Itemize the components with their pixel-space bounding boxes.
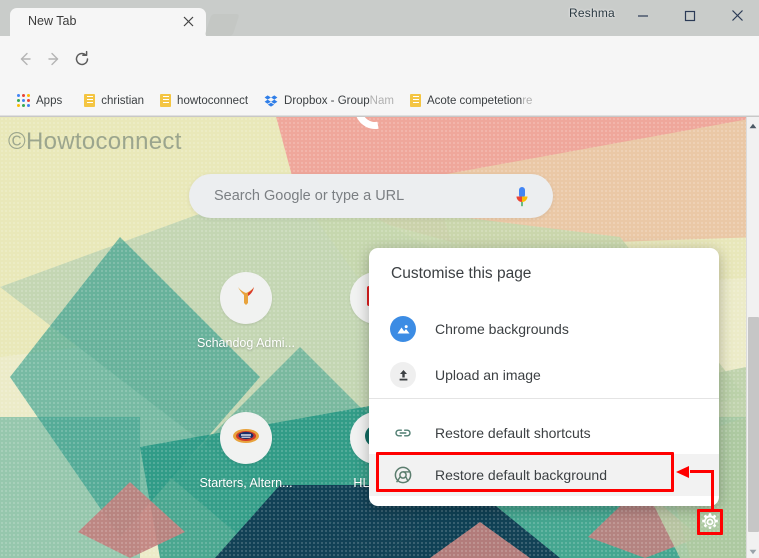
menu-item-chrome-backgrounds[interactable]: Chrome backgrounds (369, 308, 719, 350)
dropbox-icon (264, 94, 278, 108)
close-icon (183, 14, 194, 32)
bookmarks-bar: Apps christian howtoconnect Dropbox - Gr… (0, 86, 759, 116)
gear-icon (700, 512, 720, 537)
new-tab-button[interactable] (204, 14, 240, 36)
profile-name[interactable]: Reshma (569, 6, 615, 20)
back-button[interactable] (12, 48, 38, 74)
document-icon (84, 94, 96, 107)
tab-close-button[interactable] (181, 15, 196, 30)
close-icon (731, 9, 744, 22)
page-scrollbar[interactable] (746, 117, 759, 558)
customise-gear-button[interactable] (698, 512, 722, 536)
landscape-image-icon (390, 316, 416, 342)
apps-grid-icon (17, 94, 30, 107)
shortcut-tile[interactable]: Starters, Altern... (190, 412, 302, 490)
watermark: ©Howtoconnect (8, 128, 182, 155)
minimize-button[interactable] (620, 0, 666, 31)
scroll-thumb[interactable] (748, 317, 759, 532)
menu-item-label: Upload an image (435, 367, 541, 383)
scroll-up-button[interactable] (747, 117, 759, 132)
menu-item-restore-background[interactable]: Restore default background (369, 454, 719, 496)
minimize-icon (637, 10, 649, 22)
upload-arrow-icon (390, 362, 416, 388)
forward-button[interactable] (41, 48, 67, 74)
ntp-search-box[interactable]: Search Google or type a URL (189, 174, 553, 218)
maximize-icon (684, 10, 696, 22)
bookmark-label: christian (101, 94, 145, 107)
pizza-oval-icon (232, 426, 260, 451)
menu-title: Customise this page (391, 265, 532, 282)
chevron-down-icon (749, 542, 757, 558)
bookmark-apps[interactable]: Apps (10, 89, 69, 113)
ntp-search-placeholder: Search Google or type a URL (214, 188, 405, 204)
title-bar: Reshma New Tab (0, 0, 759, 36)
chevron-up-icon (749, 116, 757, 134)
tile-icon-circle (220, 412, 272, 464)
bookmark-item[interactable]: Dropbox - Group Nam (257, 89, 401, 113)
scroll-down-button[interactable] (747, 543, 759, 558)
bookmark-label-clipped: Nam (369, 94, 394, 107)
arrow-left-icon (16, 50, 34, 73)
close-window-button[interactable] (714, 0, 759, 31)
bookmark-label: howtoconnect (177, 94, 249, 107)
chrome-logo-icon (390, 462, 416, 488)
browser-window: Reshma New Tab Apps christian howtoconne… (0, 0, 759, 558)
microphone-icon[interactable] (513, 186, 531, 213)
browser-toolbar: G (0, 36, 759, 114)
menu-divider (369, 398, 719, 399)
tile-label: Schandog Admi... (197, 336, 295, 350)
reload-button[interactable] (69, 48, 95, 74)
bookmark-item[interactable]: Acote competetion re (403, 89, 540, 113)
document-icon (409, 94, 421, 107)
menu-item-restore-shortcuts[interactable]: Restore default shortcuts (369, 412, 719, 454)
bookmark-label: Dropbox - Group (284, 94, 370, 107)
tab-title: New Tab (28, 14, 77, 28)
tile-label: Starters, Altern... (199, 476, 293, 490)
bookmark-item[interactable]: christian (77, 89, 151, 113)
customise-page-menu: Customise this page Chrome backgrounds U… (369, 248, 719, 506)
menu-item-label: Chrome backgrounds (435, 321, 569, 337)
bookmark-item[interactable]: howtoconnect (153, 89, 255, 113)
bookmark-label-clipped: re (522, 94, 533, 107)
shortcut-tile[interactable]: Schandog Admi... (190, 272, 302, 350)
arrow-right-icon (45, 50, 63, 73)
menu-item-upload-image[interactable]: Upload an image (369, 354, 719, 396)
tile-icon-circle (220, 272, 272, 324)
phoenix-bird-icon (233, 283, 259, 314)
maximize-button[interactable] (667, 0, 713, 31)
reload-icon (73, 50, 91, 73)
document-icon (160, 94, 172, 107)
new-tab-page: ©Howtoconnect Search Google or type a UR… (0, 117, 746, 558)
browser-tab[interactable]: New Tab (10, 8, 206, 36)
bookmark-label: Apps (36, 94, 63, 107)
menu-item-label: Restore default shortcuts (435, 425, 591, 441)
link-chain-icon (390, 420, 416, 446)
menu-item-label: Restore default background (435, 467, 607, 483)
bookmark-label: Acote competetion (426, 94, 523, 107)
